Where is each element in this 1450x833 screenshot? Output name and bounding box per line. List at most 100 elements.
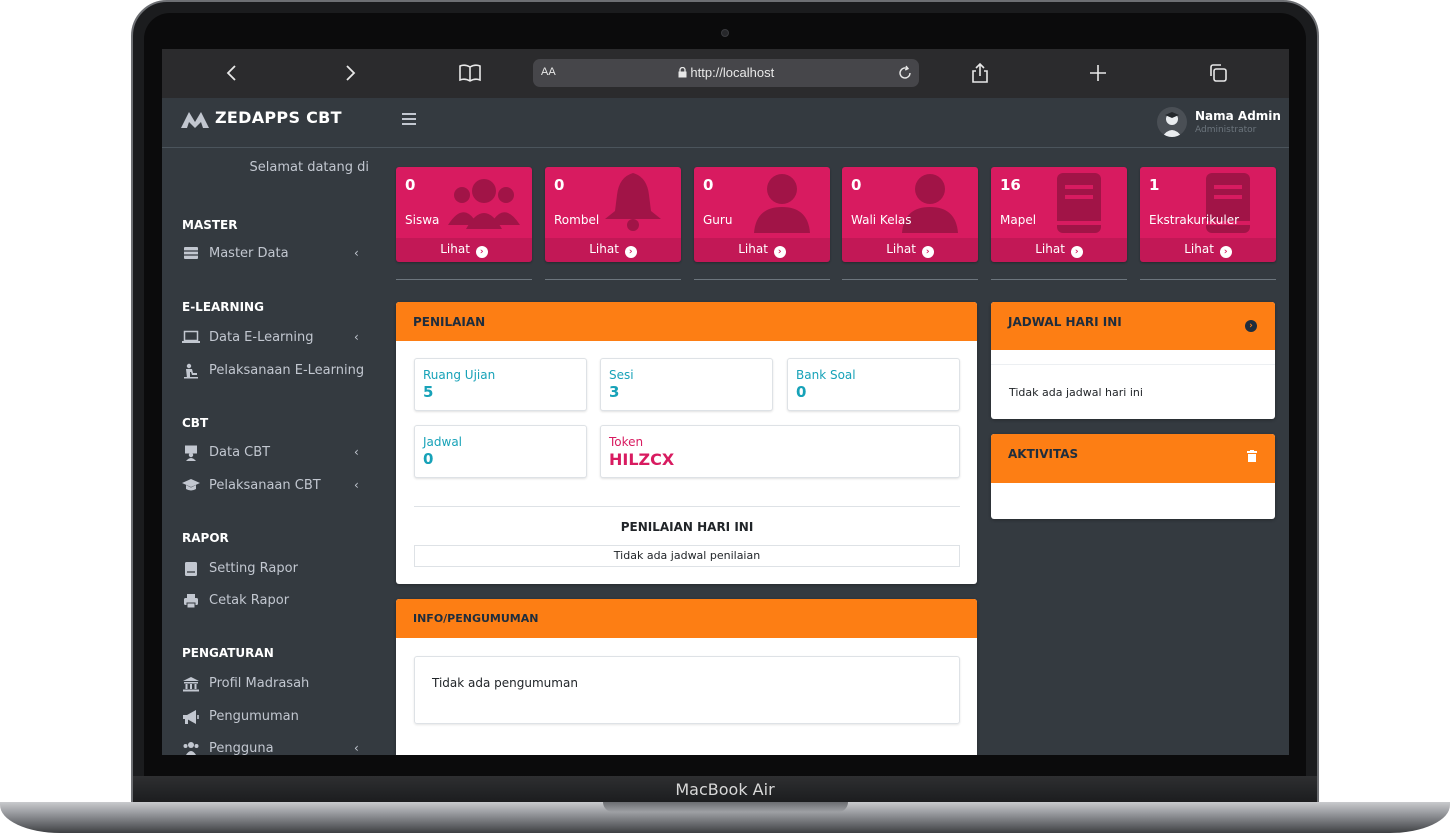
summary-label: Mapel [1000,213,1037,227]
book-open-icon [459,64,481,82]
brand-logo-icon [181,112,209,128]
sidebar-item-profil-madrasah[interactable]: Profil Madrasah [182,674,372,698]
link-text: Lihat [1035,242,1065,256]
url-text: http://localhost [533,65,919,80]
tabs-button[interactable] [1200,57,1236,89]
laptop-mockup: AA http://localhost ZEDAPPS CBT Selamat … [0,0,1450,833]
trash-icon[interactable] [1247,450,1257,462]
welcome-text: Selamat datang di [249,160,369,175]
summary-link[interactable]: Lihat › [396,238,532,262]
summary-link[interactable]: Lihat › [842,238,978,262]
reload-icon[interactable] [897,61,913,86]
card-title: AKTIVITAS [1008,447,1079,461]
camera-icon [721,29,729,37]
sidebar-item-label: Profil Madrasah [209,676,310,691]
caret-left-icon: ‹ [354,741,359,755]
hamburger-menu-icon[interactable] [402,113,416,125]
stat-value: HILZCX [609,450,675,469]
browser-toolbar: AA http://localhost [162,49,1289,98]
arrow-circle-right-icon: › [1070,246,1083,258]
sidebar-item-data-cbt[interactable]: Data CBT ‹ [182,443,372,467]
stat-token[interactable]: Token HILZCX [600,425,960,478]
share-button[interactable] [962,57,998,89]
arrow-circle-right-icon: › [921,246,934,258]
sidebar-item-pelaksanaan-cbt[interactable]: Pelaksanaan CBT ‹ [182,476,372,500]
top-navbar: Nama Admin Administrator [379,98,1289,148]
divider [545,279,681,280]
users-icon [182,741,200,755]
sidebar-item-cetak-rapor[interactable]: Cetak Rapor [182,591,372,615]
penilaian-empty-text: Tidak ada jadwal penilaian [414,545,960,567]
summary-box-ekstrakurikuler: 1 Ekstrakurikuler Lihat › [1140,167,1276,262]
card-header: JADWAL HARI INI › [991,302,1275,350]
stat-label: Token [609,435,644,449]
sidebar-item-pengguna[interactable]: Pengguna ‹ [182,739,372,755]
sidebar-item-label: Pengumuman [209,709,299,724]
announcement-empty-text: Tidak ada pengumuman [432,676,578,690]
users-icon [448,179,520,229]
card-title: INFO/PENGUMUMAN [413,612,539,625]
tabs-icon [1210,64,1227,82]
back-button[interactable] [214,57,250,89]
brand-link[interactable]: ZEDAPPS CBT [162,98,379,148]
stat-value: 3 [609,383,620,401]
card-header: INFO/PENGUMUMAN [396,599,977,638]
sidebar: ZEDAPPS CBT Selamat datang di MASTER Mas… [162,98,379,755]
caret-left-icon: ‹ [354,330,359,344]
summary-link[interactable]: Lihat › [1140,238,1276,262]
plus-icon [1090,65,1106,81]
nav-header-elearning: E-LEARNING [182,300,264,314]
divider [396,279,532,280]
summary-link[interactable]: Lihat › [694,238,830,262]
sidebar-item-label: Pengguna [209,741,274,755]
stat-label: Ruang Ujian [423,368,496,382]
aktivitas-card: AKTIVITAS [991,434,1275,519]
nav-header-cbt: CBT [182,416,209,430]
info-card: INFO/PENGUMUMAN Tidak ada pengumuman [396,599,977,755]
lock-icon [678,66,687,78]
laptop-icon [182,330,200,346]
summary-box-wali-kelas: 0 Wali Kelas Lihat › [842,167,978,262]
summary-link[interactable]: Lihat › [545,238,681,262]
new-tab-button[interactable] [1080,57,1116,89]
summary-value: 0 [554,176,565,194]
summary-value: 0 [851,176,862,194]
summary-link[interactable]: Lihat › [991,238,1127,262]
arrow-circle-right-icon: › [475,246,488,258]
stat-ruang-ujian[interactable]: Ruang Ujian 5 [414,358,587,411]
print-icon [182,593,200,609]
card-header: AKTIVITAS [991,434,1275,483]
link-text: Lihat [1184,242,1214,256]
stat-sesi[interactable]: Sesi 3 [600,358,773,411]
address-bar[interactable]: AA http://localhost [533,59,919,87]
url-value: http://localhost [690,65,775,80]
user-name[interactable]: Nama Admin [1195,109,1281,123]
caret-left-icon: ‹ [354,445,359,459]
link-text: Lihat [738,242,768,256]
book-icon [1057,173,1101,233]
summary-label: Guru [703,213,733,227]
summary-label: Wali Kelas [851,213,912,227]
chevron-right-icon [346,65,356,81]
nav-header-rapor: RAPOR [182,531,229,545]
link-text: Lihat [440,242,470,256]
chevron-left-icon [226,65,236,81]
sidebar-item-master-data[interactable]: Master Data ‹ [182,244,372,268]
sidebar-item-pelaksanaan-elearning[interactable]: Pelaksanaan E-Learning [182,361,372,385]
sidebar-item-label: Data CBT [209,445,271,460]
avatar[interactable] [1157,107,1187,137]
forward-button[interactable] [332,57,368,89]
stat-value: 0 [796,383,807,401]
sidebar-item-setting-rapor[interactable]: Setting Rapor [182,559,372,583]
sidebar-item-data-elearning[interactable]: Data E-Learning ‹ [182,328,372,352]
jadwal-card: JADWAL HARI INI › Tidak ada jadwal hari … [991,302,1275,419]
stat-bank-soal[interactable]: Bank Soal 0 [787,358,960,411]
content-area: 0 Siswa Lihat › 0 Rombel Lihat › 0 Guru … [379,148,1289,755]
stat-label: Sesi [609,368,634,382]
arrow-circle-right-icon[interactable]: › [1245,320,1257,332]
sidebar-item-pengumuman[interactable]: Pengumuman [182,707,372,731]
sidebar-item-label: Setting Rapor [209,561,298,576]
institution-icon [182,676,200,692]
bookmarks-button[interactable] [452,57,488,89]
stat-jadwal[interactable]: Jadwal 0 [414,425,587,478]
